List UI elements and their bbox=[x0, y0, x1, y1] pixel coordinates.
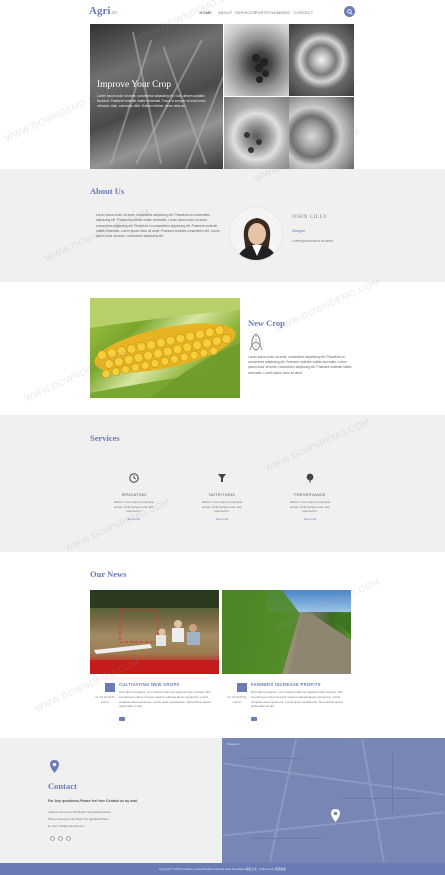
twitter-icon[interactable] bbox=[58, 836, 63, 841]
service-name: IRRIGATION bbox=[121, 493, 147, 497]
contact-title: Contact bbox=[48, 781, 77, 791]
service-more-link[interactable]: More Info bbox=[182, 517, 262, 521]
facebook-icon[interactable] bbox=[50, 836, 55, 841]
avatar bbox=[229, 207, 283, 261]
comment-icon[interactable] bbox=[119, 717, 125, 721]
calendar-icon bbox=[105, 683, 115, 692]
about-section: About Us Lorem ipsum dolor sit amet, con… bbox=[0, 169, 445, 282]
about-title: About Us bbox=[90, 186, 125, 196]
service-card-irrigation: IRRIGATION Morbi in sem quis dui placera… bbox=[94, 473, 174, 521]
service-desc: Morbi in sem quis dui placerat ornare. P… bbox=[289, 500, 331, 514]
service-card-preservance: PRESERVANCE Morbi in sem quis dui placer… bbox=[270, 473, 350, 521]
contact-phone: Phone:Newyork 12d Road 7th grasland Plac… bbox=[48, 817, 109, 821]
service-name: NUTRITIONS bbox=[208, 493, 236, 497]
contact-email[interactable]: E-mail: mail@example.com bbox=[48, 824, 85, 828]
fruit-image bbox=[289, 97, 354, 169]
member-note: Lorem ipsum dolor sit amet bbox=[292, 239, 333, 243]
nav-news[interactable]: NEWS bbox=[274, 10, 294, 15]
contact-address: Address:Newyork 12d Road 7th grasland Pl… bbox=[48, 810, 112, 814]
member-name: JOHN LILLY bbox=[292, 214, 328, 220]
comment-icon[interactable] bbox=[251, 717, 257, 721]
service-more-link[interactable]: More Info bbox=[94, 517, 174, 521]
hero-banner: Improve Your Crop Lorem ipsum dolor sit … bbox=[90, 24, 354, 169]
site-header: Agrian HOME ABOUT SERVICES PORTFOLIO NEW… bbox=[0, 0, 445, 24]
nav-home[interactable]: HOME bbox=[196, 10, 216, 15]
grapes-image bbox=[224, 24, 289, 96]
hero-title: Improve Your Crop bbox=[97, 80, 172, 90]
nav-contact[interactable]: CONTACT bbox=[294, 10, 314, 15]
main-nav: HOME ABOUT SERVICES PORTFOLIO NEWS CONTA… bbox=[196, 10, 314, 15]
nav-portfolio[interactable]: PORTFOLIO bbox=[255, 10, 279, 15]
news-date: 14 Jul 2015 By Admin bbox=[227, 695, 247, 704]
crop-text: Lorem ipsum dolor sit amet, consectetur … bbox=[248, 355, 352, 375]
corn-icon bbox=[249, 333, 263, 351]
news-body: Nam libero tempore, cum soluta nobis est… bbox=[251, 690, 344, 709]
clock-icon bbox=[129, 473, 139, 483]
news-date: 14 Jul 2015 By Admin bbox=[95, 695, 115, 704]
new-crop-section: New Crop Lorem ipsum dolor sit amet, con… bbox=[0, 282, 445, 415]
location-pin-icon bbox=[50, 760, 59, 773]
service-desc: Morbi in sem quis dui placerat ornare. P… bbox=[113, 500, 155, 514]
map[interactable]: Newyork bbox=[222, 738, 445, 863]
nav-services[interactable]: SERVICES bbox=[235, 10, 256, 15]
artichoke-image bbox=[289, 24, 354, 96]
services-title: Services bbox=[90, 433, 120, 443]
bowl-image bbox=[224, 97, 289, 169]
nav-about[interactable]: ABOUT bbox=[216, 10, 236, 15]
calendar-icon bbox=[237, 683, 247, 692]
about-text: Lorem ipsum dolor sit amet, consectetur … bbox=[96, 213, 220, 239]
service-more-link[interactable]: More Info bbox=[270, 517, 350, 521]
contact-section: Contact For Any questions,Please feel fr… bbox=[0, 738, 222, 863]
service-name: PRESERVANCE bbox=[294, 493, 326, 497]
news-headline[interactable]: CULTIVATING NEW CROPS bbox=[119, 682, 180, 687]
hero-wheat-image: Improve Your Crop Lorem ipsum dolor sit … bbox=[90, 24, 223, 169]
google-plus-icon[interactable] bbox=[66, 836, 71, 841]
funnel-icon bbox=[218, 474, 226, 482]
news-title: Our News bbox=[90, 569, 127, 579]
corn-image bbox=[90, 298, 240, 398]
tree-icon bbox=[306, 473, 314, 483]
news-image-cornfield[interactable] bbox=[222, 590, 351, 674]
member-role: Designer bbox=[292, 229, 306, 233]
hero-text: Lorem ipsum dolor sit amet, consectetur … bbox=[97, 94, 206, 108]
services-section: Services IRRIGATION Morbi in sem quis du… bbox=[0, 415, 445, 552]
page: Agrian HOME ABOUT SERVICES PORTFOLIO NEW… bbox=[0, 0, 445, 875]
search-button[interactable] bbox=[344, 6, 355, 17]
news-body: Nam libero tempore, cum soluta nobis est… bbox=[119, 690, 212, 709]
site-footer: Copyright © 2015 Company name All rights… bbox=[0, 863, 445, 875]
news-section: Our News CULTIVATING NEW CROPS 14 Jul 20 bbox=[0, 552, 445, 738]
search-icon bbox=[346, 8, 353, 15]
news-image-farmers[interactable] bbox=[90, 590, 219, 674]
map-label: Newyork bbox=[227, 742, 239, 746]
logo[interactable]: Agrian bbox=[89, 5, 117, 17]
map-marker-icon[interactable] bbox=[331, 809, 340, 822]
contact-lead: For Any questions,Please feel free Conta… bbox=[48, 799, 139, 803]
news-headline[interactable]: FARMERS INCREASE PROFITS bbox=[251, 682, 321, 687]
service-desc: Morbi in sem quis dui placerat ornare. P… bbox=[201, 500, 243, 514]
service-card-nutritions: NUTRITIONS Morbi in sem quis dui placera… bbox=[182, 473, 262, 521]
crop-title: New Crop bbox=[248, 318, 285, 328]
footer-copyright: Copyright © 2015 Company name All rights… bbox=[158, 867, 287, 871]
